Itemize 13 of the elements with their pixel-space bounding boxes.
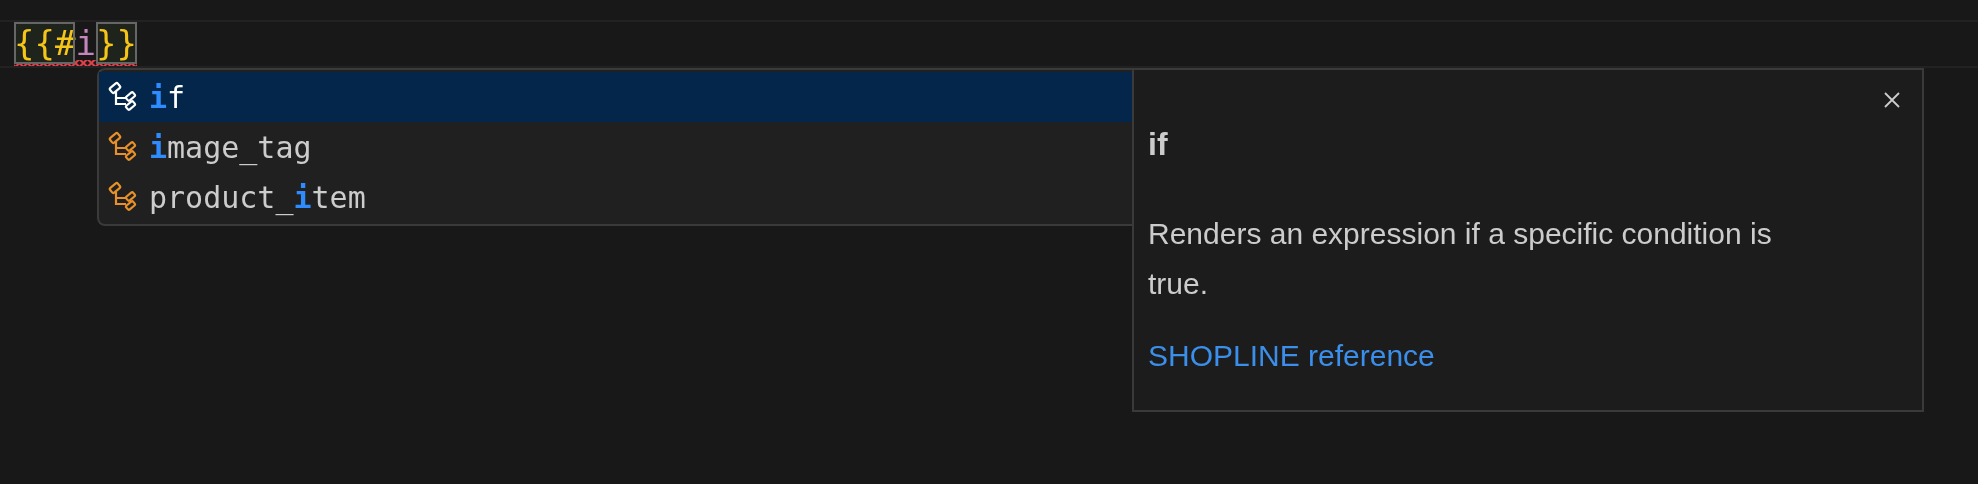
suggestion-item[interactable]: image_tag: [99, 122, 1132, 172]
snippet-icon: [107, 131, 139, 163]
snippet-icon: [107, 81, 139, 113]
reference-link[interactable]: SHOPLINE reference: [1148, 339, 1435, 373]
details-description: Renders an expression if a specific condition is true.: [1148, 216, 1773, 302]
suggestion-item[interactable]: product_item: [99, 172, 1132, 222]
close-icon[interactable]: [1882, 90, 1902, 110]
suggestion-label: if: [149, 79, 186, 115]
suggestion-label: image_tag: [149, 129, 312, 165]
snippet-icon: [107, 181, 139, 213]
details-title: if: [1148, 126, 1169, 163]
suggestion-label: product_item: [149, 179, 366, 215]
suggestion-item[interactable]: if: [99, 72, 1132, 122]
